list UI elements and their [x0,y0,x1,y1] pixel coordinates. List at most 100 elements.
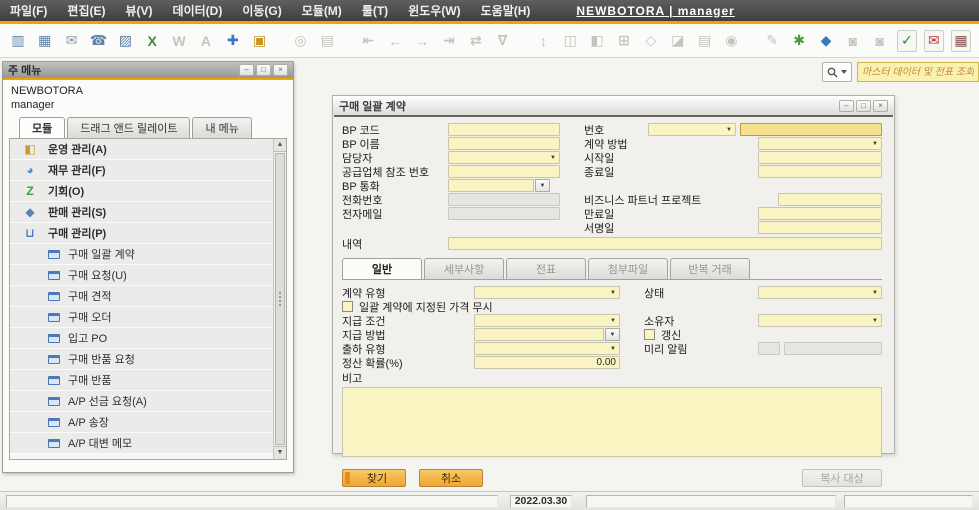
tab-general[interactable]: 일반 [342,258,422,279]
vendor-ref-no-field[interactable] [448,165,560,178]
reminder-unit-field [784,342,882,355]
menu-item-sales[interactable]: ◆판매 관리(S) [10,202,273,223]
form-close-button[interactable] [873,100,888,112]
form-maximize-button[interactable] [856,100,871,112]
renewal-checkbox[interactable] [644,329,655,340]
email-icon[interactable]: ✉ [62,30,82,52]
tab-attachments: 첨부파일 [588,258,668,279]
end-date-field[interactable] [758,165,882,178]
number-field[interactable] [740,123,882,136]
menu-item-purchase-quotation[interactable]: 구매 견적 [10,286,273,307]
menu-help[interactable]: 도움말(H) [481,2,531,19]
start-date-field[interactable] [758,151,882,164]
menu-item-ap-down-payment-request[interactable]: A/P 선금 요청(A) [10,391,273,412]
bp-currency-field[interactable] [448,179,534,192]
contact-person-dropdown[interactable] [448,151,560,164]
minimize-button[interactable] [239,64,254,76]
menu-item-label: A/P 대변 메모 [68,435,132,451]
status-label: 상태 [644,285,758,301]
form-settings-icon[interactable]: ◆ [816,30,836,52]
status-message-area [6,495,498,508]
status-dropdown[interactable] [758,286,882,299]
termination-date-field[interactable] [758,207,882,220]
menu-item-opportunities[interactable]: Z기회(O) [10,181,273,202]
next-record-icon: → [412,30,432,52]
menu-file[interactable]: 파일(F) [10,2,47,19]
print-icon[interactable]: ▦ [35,30,55,52]
email-field [448,207,560,220]
menu-item-financials[interactable]: ◕재무 관리(F) [10,160,273,181]
payment-method-dropdown-button[interactable] [605,328,620,341]
menu-view[interactable]: 뷰(V) [125,2,152,19]
scroll-up-icon[interactable]: ▲ [274,139,286,152]
search-bar [822,62,979,82]
payment-method-field[interactable] [474,328,604,341]
menu-item-label: 구매 견적 [68,288,112,304]
menu-edit[interactable]: 편집(E) [67,2,105,19]
menu-window[interactable]: 윈도우(W) [408,2,460,19]
find-button[interactable]: 찾기 [342,469,406,487]
session-info: NEWBOTORA | manager [576,4,734,18]
menu-item-label: 입고 PO [68,330,107,346]
owner-dropdown[interactable] [758,314,882,327]
tab-details: 세부사항 [424,258,504,279]
phone-field [448,193,560,206]
bp-name-field[interactable] [448,137,560,150]
menu-goto[interactable]: 이동(G) [242,2,281,19]
form-titlebar: 구매 일괄 계약 [333,96,894,115]
menu-item-purchasing[interactable]: ⊔구매 관리(P) [10,223,273,244]
company-name: NEWBOTORA [11,84,293,98]
agreement-method-dropdown[interactable] [758,137,882,150]
scrollbar-thumb[interactable] [275,153,285,445]
close-button[interactable] [273,64,288,76]
menu-item-purchase-blanket-agreement[interactable]: 구매 일괄 계약 [10,244,273,265]
tab-my-menu[interactable]: 내 메뉴 [192,117,251,138]
maximize-button[interactable] [256,64,271,76]
settlement-probability-field[interactable]: 0.00 [474,356,620,369]
shipping-type-dropdown[interactable] [474,342,620,355]
calculator-icon[interactable]: ▦ [951,30,971,52]
scroll-down-icon[interactable]: ▼ [274,446,286,459]
form-minimize-button[interactable] [839,100,854,112]
menu-item-ap-credit-memo[interactable]: A/P 대변 메모 [10,433,273,454]
inbox-envelope-icon[interactable]: ✉ [924,30,944,52]
payment-terms-dropdown[interactable] [474,314,620,327]
menu-modules[interactable]: 모듈(M) [302,2,342,19]
tab-drag-and-relate[interactable]: 드래그 앤드 릴레이트 [67,117,190,138]
menu-tools[interactable]: 툴(T) [362,2,388,19]
remarks-textarea[interactable] [342,387,882,457]
ignore-prices-checkbox[interactable] [342,301,353,312]
checklist-icon[interactable]: ✓ [897,30,917,52]
tab-modules[interactable]: 모듈 [19,117,65,138]
filter-icon: ∇ [493,30,513,52]
menu-item-goods-return-request[interactable]: 구매 반품 요청 [10,349,273,370]
numbering-series-dropdown[interactable] [648,123,736,136]
bp-currency-dropdown-button[interactable] [535,179,550,192]
search-input[interactable] [857,62,979,82]
export-excel-icon[interactable]: X [142,30,162,52]
print-preview-icon[interactable]: ▥ [8,30,28,52]
agreement-type-dropdown[interactable] [474,286,620,299]
search-icon [827,67,838,78]
lock-screen-icon[interactable]: ▣ [250,30,270,52]
cancel-button[interactable]: 취소 [419,469,483,487]
fax-icon[interactable]: ▨ [115,30,135,52]
description-field[interactable] [448,237,882,250]
new-activity-icon[interactable]: ✱ [789,30,809,52]
menu-item-label: 구매 오더 [68,309,112,325]
bp-code-field[interactable] [448,123,560,136]
menu-item-administration[interactable]: ◧운영 관리(A) [10,139,273,160]
signing-date-field[interactable] [758,221,882,234]
menu-item-purchase-request[interactable]: 구매 요청(U) [10,265,273,286]
menu-data[interactable]: 데이터(D) [173,2,223,19]
menu-tree-scrollbar[interactable]: ▲ ▼ [273,139,286,459]
sms-icon[interactable]: ☎ [89,30,109,52]
launch-application-icon[interactable]: ✚ [223,30,243,52]
bp-project-field[interactable] [778,193,882,206]
search-button[interactable] [822,62,852,82]
refresh-icon: ⇄ [466,30,486,52]
menu-item-goods-return[interactable]: 구매 반품 [10,370,273,391]
menu-item-purchase-order[interactable]: 구매 오더 [10,307,273,328]
menu-item-goods-receipt-po[interactable]: 입고 PO [10,328,273,349]
menu-item-ap-invoice[interactable]: A/P 송장 [10,412,273,433]
